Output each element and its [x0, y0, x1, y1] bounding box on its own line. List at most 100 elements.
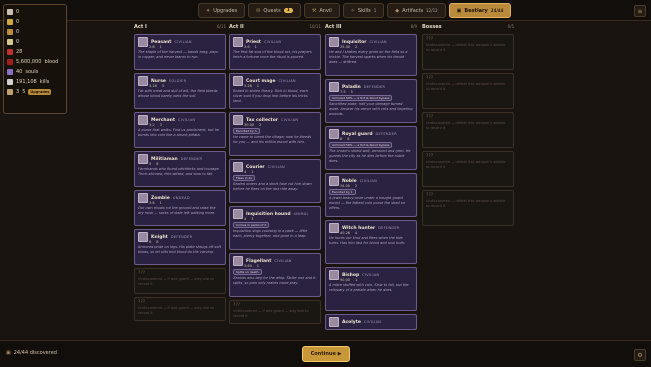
quest-badge: 1	[283, 8, 293, 13]
resource-row: 40 souls	[7, 67, 63, 77]
bottom-bar: ▣ 24/44 discovered Continue ▶ ⚙	[0, 340, 651, 367]
bestiary-card[interactable]: Peasant CIVILIAN 2.8 1 The staple of the har…	[134, 34, 226, 70]
blood-reward: 3.26	[244, 84, 252, 88]
bestiary-card[interactable]: Courier CIVILIAN 4 1 Flees in 4s Sealed order…	[229, 159, 321, 203]
bestiary-card[interactable]: Tax collector CIVILIAN 30.00 2 Escorted by 3…	[229, 112, 321, 156]
menu-button[interactable]: ≡	[634, 5, 646, 17]
bestiary-card[interactable]: Noble CIVILIAN 34.00 2 Escorted by 1A jewel-…	[325, 173, 417, 217]
monster-flavor: Robed in stolen theory. Rich in blood, e…	[233, 89, 309, 103]
blood-reward: 25.00	[340, 45, 351, 49]
bestiary-card[interactable]: Priest CIVILIAN 3.6 1 The first fat sow of t…	[229, 34, 321, 70]
soul-reward: 6	[156, 162, 159, 166]
bestiary-card[interactable]: Inquisition hound ANIMAL 4 3 Comes in packs …	[229, 206, 321, 250]
bestiary-card[interactable]: Zombie UNDEAD 3.6 1 Our own rituals rot the …	[134, 190, 226, 226]
monster-name: Militiaman	[151, 156, 178, 162]
monster-flavor: The staple of the harvest — bands easy, …	[138, 50, 218, 59]
bestiary-card[interactable]: Acolyte CIVILIAN	[325, 314, 417, 330]
monster-portrait-icon	[329, 82, 339, 92]
monster-trait: Comes in packs of 4	[233, 222, 270, 228]
soul-reward: 5	[350, 90, 353, 94]
tab-anvil[interactable]: ⚒ Anvil	[303, 3, 340, 18]
undiscovered-text: Undiscovered — defeat this weapon's wiel…	[426, 82, 506, 91]
upgrades-button[interactable]: Upgrades	[28, 89, 52, 95]
monster-portrait-icon	[329, 317, 339, 327]
monster-portrait-icon	[138, 76, 148, 86]
bestiary-card[interactable]: Merchant CIVILIAN 3.2 3 A purse that walks. …	[134, 112, 226, 148]
blood-reward: 2.8	[149, 45, 155, 49]
column-header: Act II 10/11	[229, 24, 321, 30]
monster-name: Noble	[342, 178, 357, 184]
bestiary-card[interactable]: Court mage CIVILIAN 3.26 1 Robed in stolen t…	[229, 73, 321, 109]
soul-reward: 1	[251, 170, 254, 174]
blood-reward: 3.16	[149, 84, 157, 88]
bestiary-card[interactable]: Knight DEFENDER 6 8 Armored pride on legs. H…	[134, 229, 226, 265]
undiscovered-name: ???	[426, 37, 434, 42]
tab-skills[interactable]: ✧ Skills 1	[342, 3, 385, 18]
skull-icon	[7, 79, 13, 85]
bestiary-card[interactable]: Flagellant CIVILIAN 3.64 1 Splits on death Ze…	[229, 253, 321, 297]
soul-reward: 2	[355, 184, 358, 188]
monster-type: DEFENDER	[378, 226, 400, 230]
monster-name: Royal guard	[342, 131, 373, 137]
monster-portrait-icon	[329, 129, 339, 139]
settings-button[interactable]: ⚙	[634, 349, 646, 361]
blood-reward: 5	[149, 162, 152, 166]
monster-flavor: Armored pride on legs. His plate shrugs …	[138, 245, 222, 254]
blood-reward: 6	[149, 240, 152, 244]
bestiary-card[interactable]: Inquisitor CIVILIAN 25.00 2 He and I shakes …	[325, 34, 417, 76]
blood-reward: 8	[340, 137, 343, 141]
gem-icon	[7, 39, 13, 45]
bestiary-card[interactable]: Nurse SOLDIER 3.16 3 Fat with meat and dull …	[134, 73, 226, 109]
monster-flavor: He hunts our kind and flees when the tid…	[329, 236, 406, 245]
tab-bestiary[interactable]: ▣ Bestiary 24/44	[448, 3, 512, 18]
resource-row: 3 5 Upgrades	[7, 87, 63, 97]
monster-flavor: Fat with meat and dull of wit, the field…	[138, 89, 218, 98]
bestiary-card[interactable]: Paladin DEFENDER 7.5 5 Armored 50% — a tint …	[325, 79, 417, 123]
undiscovered-card: ??? Undiscovered — if one guard — slay on…	[134, 297, 226, 321]
act3-column: Inquisitor CIVILIAN 25.00 2 He and I shakes …	[325, 34, 417, 333]
monster-stats: 40.26 4	[340, 231, 413, 235]
monster-portrait-icon	[138, 154, 148, 164]
column-header: Bosses 0/5	[422, 24, 514, 30]
monster-flavor: A jewel-heavy prize under a bought guard…	[329, 196, 406, 210]
monster-type: CIVILIAN	[278, 79, 296, 83]
monster-portrait-icon	[233, 162, 243, 172]
monster-stats: 43	[244, 217, 317, 221]
undiscovered-name: ???	[138, 300, 146, 305]
monster-flavor: A mitre stuffed with coin. Slow to fall,…	[329, 283, 409, 292]
undiscovered-text: Undiscovered — defeat this weapon's wiel…	[426, 43, 506, 52]
monster-portrait-icon	[138, 37, 148, 47]
continue-button[interactable]: Continue ▶	[302, 346, 350, 362]
artifact-icon: ◆	[395, 7, 400, 14]
scroll-icon: ✉	[256, 7, 261, 14]
monster-type: CIVILIAN	[359, 179, 377, 183]
anvil-icon: ⚒	[311, 7, 317, 14]
undiscovered-card: ??? Undiscovered — if one guard — slay on…	[134, 268, 226, 294]
undiscovered-card: ??? Undiscovered — defeat this weapon's w…	[422, 73, 514, 109]
tab-quests[interactable]: ✉ Quests 1	[248, 3, 301, 18]
monster-flavor: The first fat sow of the blood act, his …	[233, 50, 312, 59]
monster-portrait-icon	[233, 209, 243, 219]
monster-flavor: Inquisition dogs coursing in a pack — li…	[233, 229, 308, 238]
tab-artifacts[interactable]: ◆ Artifacts 12/12	[387, 3, 446, 18]
monster-trait: Escorted by 3	[233, 128, 260, 134]
soul-reward: 1	[159, 201, 162, 205]
monster-name: Court mage	[246, 78, 276, 84]
monster-stats: 68	[149, 240, 222, 244]
undiscovered-text: Undiscovered — if one guard — slay one t…	[233, 309, 309, 318]
tab-upgrades[interactable]: ✦ Upgrades	[198, 3, 246, 18]
bestiary-card[interactable]: Royal guard DEFENDER 8 6 Armored 50% — a tin…	[325, 126, 417, 170]
bestiary-card[interactable]: Bishop CIVILIAN 90.00 1 A mitre stuffed with…	[325, 267, 417, 311]
monster-stats: 34.00 2	[340, 184, 413, 188]
monster-flavor: He and I shakes every grain on the field…	[329, 50, 408, 64]
nav-tabs: ✦ Upgrades ✉ Quests 1 ⚒ Anvil ✧ Skills 1 ◆ Arti…	[198, 3, 512, 18]
monster-type: DEFENDER	[363, 85, 386, 89]
monster-stats: 3.6 1	[244, 45, 317, 49]
blood-reward: 4	[244, 170, 247, 174]
blood-reward: 3.6	[244, 45, 250, 49]
monster-type: CIVILIAN	[267, 165, 285, 169]
bestiary-card[interactable]: Militiaman DEFENDER 5 6 Farmhands who found …	[134, 151, 226, 187]
monster-stats: 3.64 1	[244, 264, 317, 268]
bestiary-card[interactable]: Witch hunter DEFENDER 40.26 4 He hunts our k…	[325, 220, 417, 264]
blood-reward: 90.00	[340, 278, 351, 282]
